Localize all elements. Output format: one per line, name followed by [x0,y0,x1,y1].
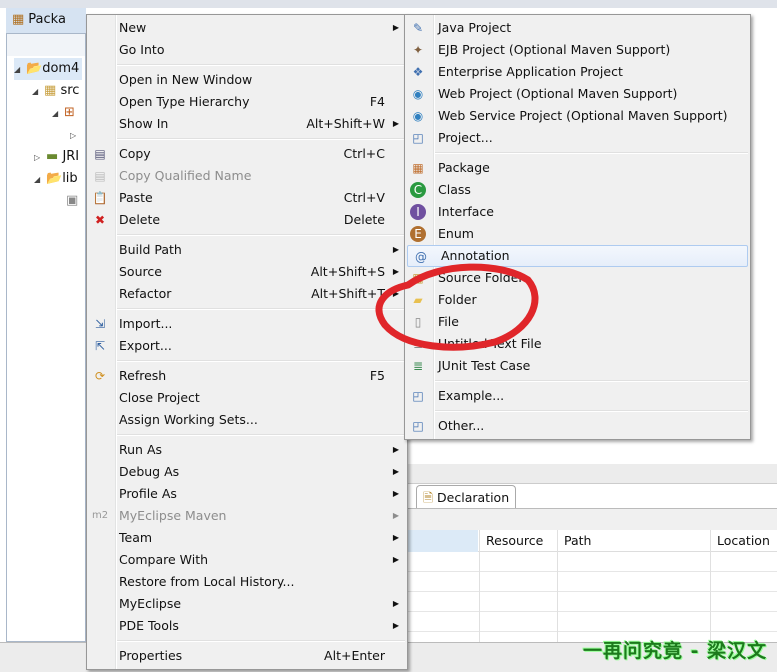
red-circle-annotation [375,263,539,351]
